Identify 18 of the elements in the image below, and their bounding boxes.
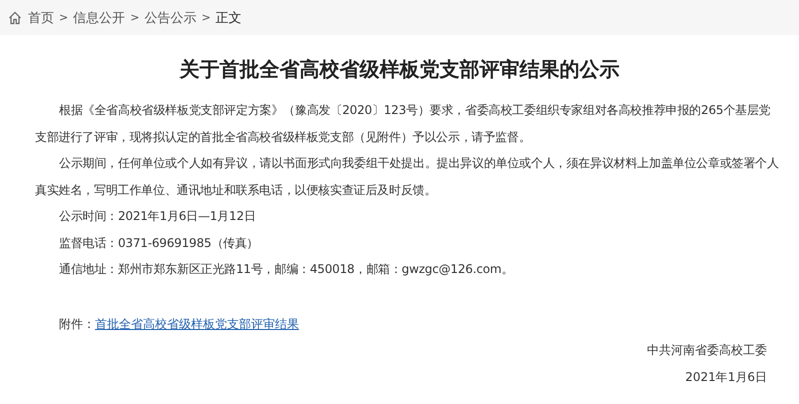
article-title: 关于首批全省高校省级样板党支部评审结果的公示 bbox=[178, 56, 620, 83]
paragraph: 通信地址：郑州市郑东新区正光路11号，邮编：450018，邮箱：gwzgc@126.com。 bbox=[58, 261, 514, 278]
paragraph: 根据《全省高校省级样板党支部评定方案》（豫高发〔2020〕123号）要求，省委高校工委组织专家组对各高校推荐申报的265个基层党支部进行了评审，现将拟认定的首批全省高校省级样板党支部（见附件）予以公示，请予监督。 bbox=[35, 102, 772, 146]
date: 2021年1月6日 bbox=[685, 370, 767, 384]
home-icon[interactable] bbox=[8, 10, 22, 24]
breadcrumb-link[interactable]: 信息公开 bbox=[73, 8, 126, 26]
attachment-label: 附件： bbox=[59, 316, 95, 330]
breadcrumb-link[interactable]: 公告公示 bbox=[144, 8, 196, 26]
breadcrumb-separator: > bbox=[59, 11, 68, 24]
signature: 中共河南省委高校工委 bbox=[647, 343, 767, 357]
breadcrumb-separator: > bbox=[201, 11, 211, 24]
breadcrumb-current[interactable]: 正文 bbox=[216, 8, 242, 26]
paragraph: 公示时间：2021年1月6日—1月12日 bbox=[58, 208, 257, 225]
attachment-link[interactable]: 首批全省高校省级样板党支部评审结果 bbox=[95, 316, 299, 330]
breadcrumb-link[interactable]: 首页 bbox=[28, 8, 54, 26]
paragraph: 监督电话：0371-69691985（传真） bbox=[58, 234, 260, 252]
paragraph: 公示期间，任何单位或个人如有异议，请以书面形式向我委组干处提出。提出异议的单位或个人，须在异议材料上加盖单位公章或签署个人真实姓名，写明工作单位、通讯地址和联系电话，以便核实查证后及时反馈。 bbox=[35, 155, 780, 198]
breadcrumb-separator: > bbox=[130, 11, 140, 24]
